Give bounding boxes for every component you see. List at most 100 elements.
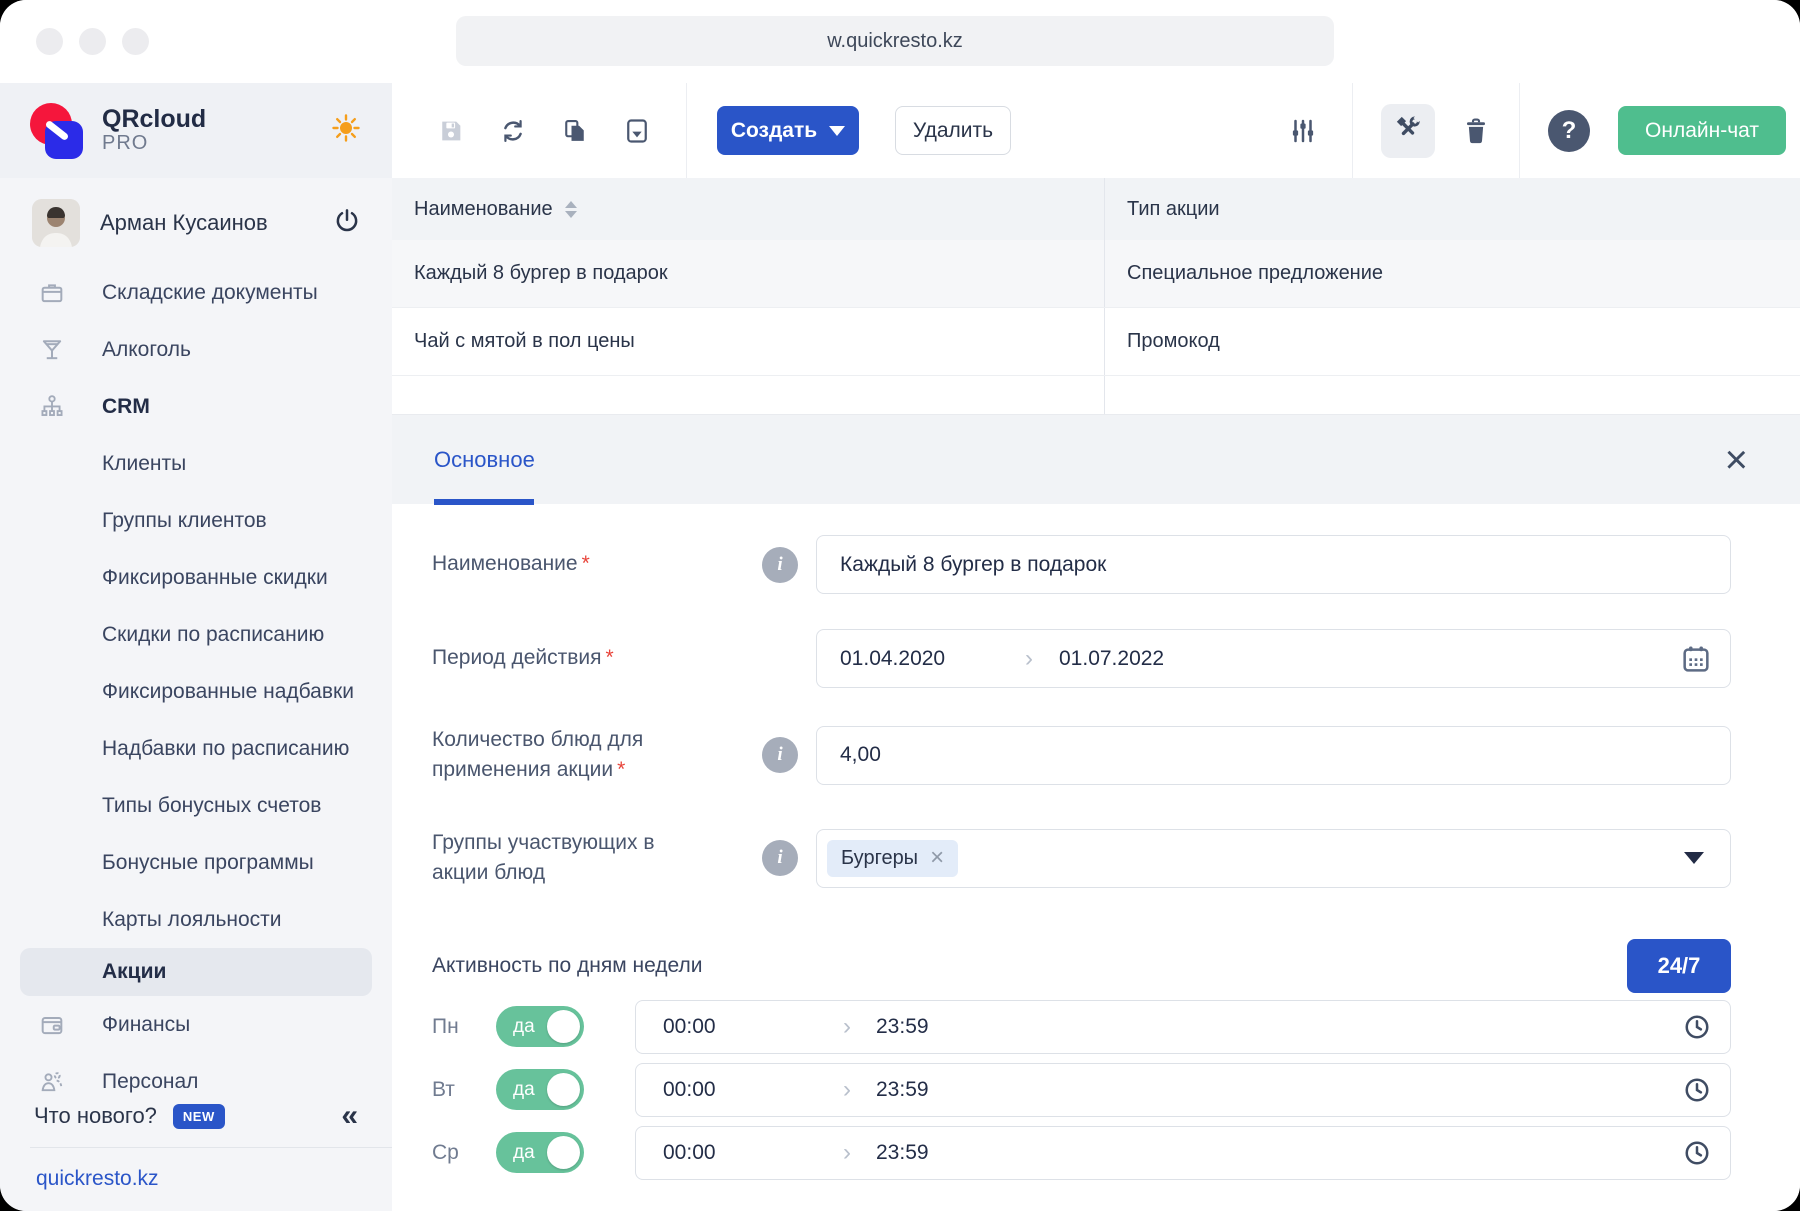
whats-new-row: Что нового? NEW « (0, 1085, 392, 1147)
divider (686, 83, 687, 178)
required-mark: * (617, 758, 625, 781)
time-from[interactable]: 00:00 (663, 1141, 843, 1165)
sidebar-item-fixed-surcharges[interactable]: Фиксированные надбавки (0, 663, 392, 720)
browser-bar: w.quickresto.kz (0, 0, 1800, 83)
time-to[interactable]: 23:59 (876, 1015, 1056, 1039)
wallet-icon (36, 1011, 68, 1039)
sidebar-item-label: Складские документы (102, 281, 318, 305)
sort-icon[interactable] (565, 201, 577, 218)
new-badge: NEW (173, 1104, 225, 1129)
dropdown-caret-icon[interactable] (1684, 852, 1704, 864)
whats-new-link[interactable]: Что нового? (34, 1103, 157, 1129)
date-to[interactable]: 01.07.2022 (1059, 647, 1244, 671)
sidebar-item-loyalty-cards[interactable]: Карты лояльности (0, 891, 392, 948)
groups-multiselect[interactable]: Бургеры × (816, 829, 1731, 888)
window-close-button[interactable] (36, 28, 63, 55)
sidebar-item-crm[interactable]: CRM (0, 378, 392, 435)
online-chat-button[interactable]: Онлайн-чат (1618, 106, 1786, 155)
window-minimize-button[interactable] (79, 28, 106, 55)
time-range-input[interactable]: 00:00 › 23:59 (635, 1126, 1731, 1180)
app-plan: PRO (102, 132, 330, 155)
sidebar-item-finance[interactable]: Финансы (0, 996, 392, 1053)
time-range-input[interactable]: 00:00 › 23:59 (635, 1063, 1731, 1117)
toggle-knob (547, 1073, 580, 1106)
table-row[interactable]: Чай с мятой в пол цены Промокод (392, 308, 1800, 376)
day-row-wednesday: Ср да 00:00 › 23:59 (432, 1124, 1731, 1182)
sidebar-item-clients[interactable]: Клиенты (0, 435, 392, 492)
help-button[interactable]: ? (1548, 110, 1590, 152)
export-icon[interactable] (622, 116, 652, 146)
sidebar-footer: Что нового? NEW « quickresto.kz (0, 1085, 392, 1211)
user-row[interactable]: Арман Кусаинов (0, 188, 392, 258)
close-panel-icon[interactable]: × (1725, 440, 1748, 480)
day-toggle[interactable]: да (496, 1006, 584, 1047)
required-mark: * (582, 552, 590, 575)
field-groups: Группы участвующих в акции блюд i Бургер… (432, 828, 1731, 889)
remove-chip-icon[interactable]: × (930, 846, 944, 870)
address-bar[interactable]: w.quickresto.kz (456, 16, 1334, 66)
day-toggle[interactable]: да (496, 1132, 584, 1173)
day-row-tuesday: Вт да 00:00 › 23:59 (432, 1061, 1731, 1119)
refresh-icon[interactable] (498, 116, 528, 146)
collapse-sidebar-icon[interactable]: « (341, 1101, 358, 1131)
logout-power-icon[interactable] (332, 206, 362, 241)
tools-button[interactable] (1381, 104, 1435, 158)
sidebar-item-scheduled-discounts[interactable]: Скидки по расписанию (0, 606, 392, 663)
detail-form: Наименование* i Период действия* 01.04.2… (392, 504, 1800, 1211)
table-gap (392, 376, 1800, 414)
day-toggle[interactable]: да (496, 1069, 584, 1110)
calendar-icon[interactable] (1680, 643, 1712, 675)
app-window: w.quickresto.kz QRcloud PRO (0, 0, 1800, 1211)
window-zoom-button[interactable] (122, 28, 149, 55)
org-chart-icon (36, 393, 68, 421)
chevron-right-icon: › (843, 1013, 851, 1041)
time-range-input[interactable]: 00:00 › 23:59 (635, 1000, 1731, 1054)
date-from[interactable]: 01.04.2020 (840, 647, 1025, 671)
time-to[interactable]: 23:59 (876, 1141, 1056, 1165)
time-to[interactable]: 23:59 (876, 1078, 1056, 1102)
sidebar-item-client-groups[interactable]: Группы клиентов (0, 492, 392, 549)
column-header-name[interactable]: Наименование (414, 198, 553, 221)
url-text: w.quickresto.kz (827, 30, 963, 53)
table-row[interactable]: Каждый 8 бургер в подарок Специальное пр… (392, 240, 1800, 308)
theme-brightness-icon[interactable] (330, 112, 362, 149)
copy-icon[interactable] (560, 116, 590, 146)
sidebar-item-warehouse-docs[interactable]: Складские документы (0, 264, 392, 321)
trash-icon[interactable] (1461, 116, 1491, 146)
quantity-input[interactable] (816, 726, 1731, 785)
promo-name-input[interactable] (816, 535, 1731, 594)
tab-general[interactable]: Основное (434, 415, 535, 505)
filter-sliders-icon[interactable] (1288, 116, 1318, 146)
cocktail-glass-icon (36, 336, 68, 364)
day-row-monday: Пн да 00:00 › 23:59 (432, 998, 1731, 1056)
info-icon[interactable]: i (762, 737, 798, 773)
quickresto-link[interactable]: quickresto.kz (36, 1167, 159, 1191)
date-range-input[interactable]: 01.04.2020 › 01.07.2022 (816, 629, 1731, 688)
sidebar-header: QRcloud PRO (0, 83, 392, 178)
time-from[interactable]: 00:00 (663, 1078, 843, 1102)
sidebar-item-label: Финансы (102, 1013, 190, 1037)
avatar (32, 199, 80, 247)
sidebar-item-bonus-account-types[interactable]: Типы бонусных счетов (0, 777, 392, 834)
sidebar-item-fixed-discounts[interactable]: Фиксированные скидки (0, 549, 392, 606)
user-name: Арман Кусаинов (100, 210, 332, 236)
time-from[interactable]: 00:00 (663, 1015, 843, 1039)
chevron-right-icon: › (843, 1076, 851, 1104)
create-button[interactable]: Создать (717, 106, 859, 155)
sidebar-item-bonus-programs[interactable]: Бонусные программы (0, 834, 392, 891)
clock-icon[interactable] (1682, 1012, 1712, 1042)
window-controls (36, 28, 149, 55)
save-icon[interactable] (436, 116, 466, 146)
caret-down-icon (829, 126, 845, 136)
all-day-badge[interactable]: 24/7 (1627, 939, 1731, 993)
sidebar-item-promotions[interactable]: Акции (20, 948, 372, 996)
sidebar-item-alcohol[interactable]: Алкоголь (0, 321, 392, 378)
sidebar-item-scheduled-surcharges[interactable]: Надбавки по расписанию (0, 720, 392, 777)
info-icon[interactable]: i (762, 840, 798, 876)
clock-icon[interactable] (1682, 1138, 1712, 1168)
delete-button[interactable]: Удалить (895, 106, 1011, 155)
info-icon[interactable]: i (762, 547, 798, 583)
clock-icon[interactable] (1682, 1075, 1712, 1105)
sidebar-item-label: CRM (102, 395, 150, 419)
chevron-right-icon: › (1025, 645, 1033, 673)
